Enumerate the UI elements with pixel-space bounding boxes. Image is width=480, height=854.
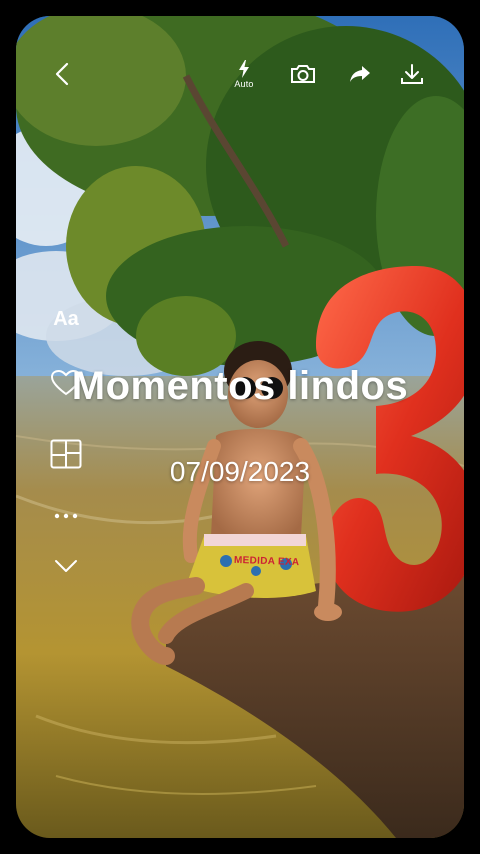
flash-mode-label: Auto [234, 78, 254, 89]
camera-icon [291, 65, 315, 83]
more-button[interactable] [48, 506, 84, 526]
top-toolbar: Auto [0, 56, 480, 92]
collapse-tools-button[interactable] [48, 556, 84, 576]
shorts-print-text: MEDIDA EXA [233, 554, 300, 569]
text-style-button[interactable]: Aa [48, 304, 84, 334]
text-style-icon: Aa [53, 307, 79, 330]
overlay-title[interactable]: Momentos lindos [0, 364, 480, 409]
photo-frame: MEDIDA EXA [16, 16, 464, 838]
back-button[interactable] [48, 56, 76, 92]
more-icon [54, 513, 78, 519]
download-icon [401, 64, 423, 84]
share-icon [350, 66, 370, 82]
back-arrow-icon [55, 62, 69, 86]
overlay-date[interactable]: 07/09/2023 [0, 456, 480, 488]
download-button[interactable] [398, 56, 426, 92]
photo-scene [16, 16, 464, 838]
chevron-down-icon [55, 560, 77, 572]
flash-icon [239, 59, 249, 78]
flash-button[interactable]: Auto [228, 56, 260, 92]
share-button[interactable] [346, 56, 374, 92]
camera-button[interactable] [288, 56, 318, 92]
